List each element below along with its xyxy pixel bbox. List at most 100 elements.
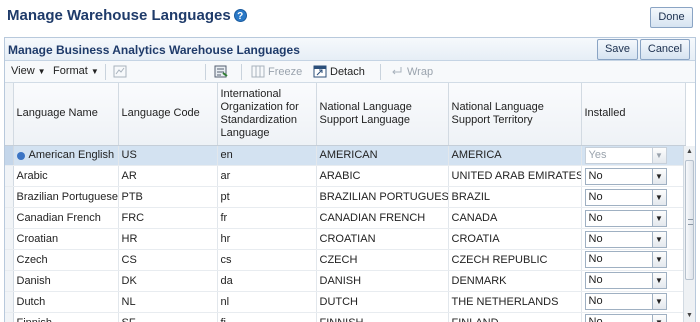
language-name-cell: Czech (13, 249, 119, 271)
language-name-cell: Brazilian Portuguese (13, 186, 119, 209)
save-button[interactable]: Save (597, 39, 638, 60)
language-code-cell: NL (118, 291, 218, 313)
view-menu[interactable]: View ▼ (11, 65, 46, 77)
filter-icon (113, 65, 127, 78)
chevron-down-icon[interactable]: ▼ (651, 294, 666, 310)
installed-select[interactable]: No ▼ (584, 272, 667, 290)
nls-territory-cell: CROATIA (448, 228, 582, 250)
installed-value: Yes (588, 148, 607, 161)
scroll-down-icon[interactable]: ▼ (684, 310, 695, 322)
iso-language-cell: fi (217, 312, 317, 322)
nls-language-cell: AMERICAN (316, 145, 449, 167)
column-header-nls-language[interactable]: National Language Support Language (316, 83, 449, 146)
nls-language-cell-text: CANADIAN FRENCH (319, 212, 426, 225)
table-row[interactable]: American English US en AMERICAN AMERICA Yes ▼ (5, 145, 686, 167)
iso-language-cell-text: nl (220, 295, 230, 308)
installed-cell: No ▼ (581, 186, 686, 209)
installed-select[interactable]: Yes ▼ (584, 146, 667, 164)
language-name-cell-text: Arabic (16, 170, 48, 183)
chevron-down-icon[interactable]: ▼ (651, 273, 666, 289)
iso-language-cell-text: pt (220, 191, 230, 204)
column-header-language-code[interactable]: Language Code (118, 83, 218, 146)
language-name-cell: Dutch (13, 291, 119, 313)
page-title-text: Manage Warehouse Languages (7, 7, 231, 24)
chevron-down-icon[interactable]: ▼ (651, 189, 666, 205)
iso-language-cell-text: ar (220, 170, 231, 183)
language-code-cell-text: CS (121, 253, 137, 266)
installed-cell: Yes ▼ (581, 145, 686, 167)
installed-select[interactable]: No ▼ (584, 209, 667, 227)
chevron-down-icon[interactable]: ▼ (651, 210, 666, 226)
freeze-label: Freeze (268, 65, 303, 78)
cancel-button[interactable]: Cancel (640, 39, 690, 60)
nls-territory-cell: FINLAND (448, 312, 582, 322)
nls-territory-cell-text: AMERICA (451, 149, 502, 162)
language-code-cell-text: AR (121, 170, 137, 183)
freeze-icon (251, 65, 265, 78)
nls-language-cell-text: DANISH (319, 274, 362, 287)
languages-panel: Manage Business Analytics Warehouse Lang… (4, 37, 696, 322)
nls-language-cell: CZECH (316, 249, 449, 271)
nls-territory-cell: AMERICA (448, 145, 582, 167)
vertical-scrollbar[interactable]: ▲ ▼ (683, 146, 695, 322)
installed-value: No (588, 274, 603, 287)
chevron-down-icon[interactable]: ▼ (651, 147, 666, 163)
nls-territory-cell: THE NETHERLANDS (448, 291, 582, 313)
table-row[interactable]: Croatian HR hr CROATIAN CROATIA No ▼ (5, 228, 686, 250)
column-header-language-name[interactable]: Language Name (13, 83, 119, 146)
installed-select[interactable]: No ▼ (584, 293, 667, 311)
table-row[interactable]: Danish DK da DANISH DENMARK No ▼ (5, 270, 686, 292)
table-row[interactable]: Dutch NL nl DUTCH THE NETHERLANDS No ▼ (5, 291, 686, 313)
language-code-cell-text: PTB (121, 191, 143, 204)
scrollbar-thumb[interactable] (685, 160, 694, 280)
column-header-installed[interactable]: Installed (581, 83, 686, 146)
query-by-example-button[interactable] (113, 65, 127, 78)
table-row[interactable]: Arabic AR ar ARABIC UNITED ARAB EMIRATES No ▼ (5, 165, 686, 188)
language-name-cell: Finnish (13, 312, 119, 322)
installed-select[interactable]: No ▼ (584, 230, 667, 248)
nls-territory-cell-text: BRAZIL (451, 191, 491, 204)
column-header-nls-territory[interactable]: National Language Support Territory (448, 83, 582, 146)
iso-language-cell-text: hr (220, 233, 231, 245)
column-header-iso-language[interactable]: International Organization for Standardi… (217, 83, 317, 146)
language-code-cell: US (118, 145, 218, 167)
nls-territory-cell-text: CZECH REPUBLIC (451, 253, 548, 266)
language-name-cell: Canadian French (13, 207, 119, 230)
language-code-cell-text: DK (121, 274, 137, 287)
chevron-down-icon[interactable]: ▼ (651, 252, 666, 268)
nls-language-cell-text: DUTCH (319, 295, 359, 308)
row-header-cell (5, 145, 14, 167)
language-name-cell-text: Dutch (16, 295, 46, 308)
installed-select[interactable]: No ▼ (584, 251, 667, 269)
language-name-cell: Arabic (13, 165, 119, 188)
done-button[interactable]: Done (650, 7, 693, 28)
format-menu[interactable]: Format ▼ (53, 65, 99, 77)
row-header-cell (5, 270, 14, 292)
format-menu-label: Format (53, 65, 88, 77)
help-icon[interactable]: ? (233, 9, 247, 22)
table-row[interactable]: Brazilian Portuguese PTB pt BRAZILIAN PORTU… (5, 186, 686, 209)
chevron-down-icon[interactable]: ▼ (651, 168, 666, 184)
installed-select[interactable]: No ▼ (584, 314, 667, 322)
installed-select[interactable]: No ▼ (584, 167, 667, 185)
table-row[interactable]: Canadian French FRC fr CANADIAN FRENCH CANAD… (5, 207, 686, 230)
scroll-up-icon[interactable]: ▲ (684, 146, 695, 158)
table-row[interactable]: Czech CS cs CZECH CZECH REPUBLIC No ▼ (5, 249, 686, 271)
detach-button[interactable]: Detach (313, 65, 365, 78)
export-button[interactable] (214, 65, 228, 78)
chevron-down-icon[interactable]: ▼ (651, 231, 666, 247)
row-header-cell (5, 291, 14, 313)
table-row[interactable]: Finnish SF fi FINNISH FINLAND No ▼ (5, 312, 686, 322)
installed-select[interactable]: No ▼ (584, 188, 667, 206)
table-header-row: Language Name Language Code Internationa… (5, 83, 686, 146)
iso-language-cell: ar (217, 165, 317, 188)
freeze-button[interactable]: Freeze (251, 65, 302, 78)
installed-cell: No ▼ (581, 270, 686, 292)
wrap-button[interactable]: Wrap (390, 65, 433, 78)
language-name-cell-text: Brazilian Portuguese (16, 191, 118, 204)
chevron-down-icon[interactable]: ▼ (651, 315, 666, 322)
chevron-down-icon: ▼ (90, 66, 99, 76)
nls-language-cell-text: ARABIC (319, 170, 361, 183)
language-name-cell-text: American English (28, 149, 115, 162)
current-row-icon (16, 151, 25, 160)
